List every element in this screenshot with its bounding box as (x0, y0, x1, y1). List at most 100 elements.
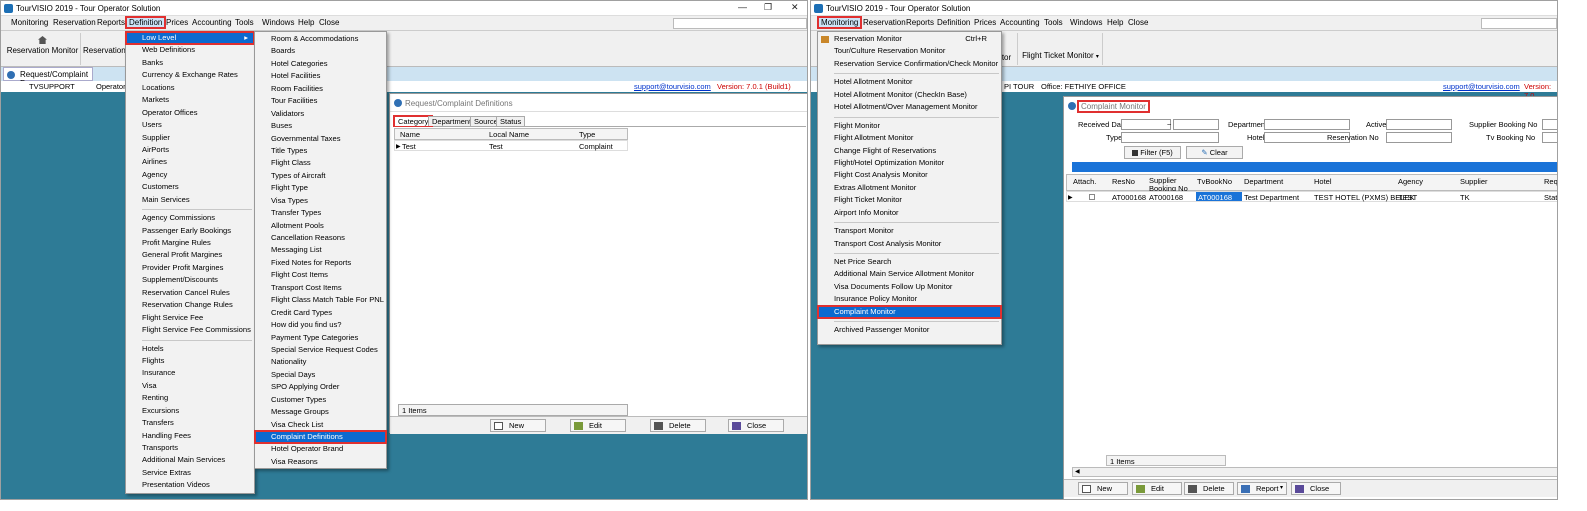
supplier-booking-no-input[interactable] (1542, 119, 1557, 130)
menu-item-transport-cost-analysis-monitor[interactable]: Transport Cost Analysis Monitor (818, 238, 1001, 250)
menu-item-main-services[interactable]: Main Services (126, 194, 254, 206)
maximize-icon[interactable]: ❐ (764, 2, 772, 13)
menu-help[interactable]: Help (1107, 18, 1123, 27)
menu-item-passenger-early-bookings[interactable]: Passenger Early Bookings (126, 225, 254, 237)
reservation-monitor-button[interactable]: Reservation Monitor (5, 33, 81, 65)
delete-button[interactable]: Delete (1184, 482, 1234, 495)
menu-tools[interactable]: Tools (1044, 18, 1063, 27)
report-button[interactable]: Report ▾ (1237, 482, 1287, 495)
menu-item-supplier[interactable]: Supplier (126, 132, 254, 144)
menu-item-hotel-categories[interactable]: Hotel Categories (255, 58, 386, 70)
column-local-name[interactable]: Local Name (489, 130, 529, 139)
menu-item-complaint-monitor[interactable]: Complaint Monitor (817, 304, 1002, 320)
menu-item-insurance-policy-monitor[interactable]: Insurance Policy Monitor (818, 293, 1001, 305)
quick-search-input[interactable] (673, 18, 807, 29)
menu-item-flight-service-fee-commissions[interactable]: Flight Service Fee Commissions (126, 324, 254, 336)
department-input[interactable] (1264, 119, 1350, 130)
menu-item-archived-passenger-monitor[interactable]: Archived Passenger Monitor (818, 324, 1001, 336)
menu-monitoring[interactable]: Monitoring (816, 16, 863, 29)
close-button[interactable]: Close (1291, 482, 1341, 495)
menu-item-flights[interactable]: Flights (126, 355, 254, 367)
cell-request[interactable]: Status (1544, 193, 1557, 202)
menu-item-reservation-cancel-rules[interactable]: Reservation Cancel Rules (126, 287, 254, 299)
menu-item-users[interactable]: Users (126, 119, 254, 131)
menu-item-extras-allotment-monitor[interactable]: Extras Allotment Monitor (818, 182, 1001, 194)
column-attach[interactable]: Attach. (1073, 177, 1096, 186)
menu-accounting[interactable]: Accounting (1000, 18, 1040, 27)
menu-item-special-days[interactable]: Special Days (255, 369, 386, 381)
menu-item-service-extras[interactable]: Service Extras (126, 467, 254, 479)
menu-item-allotment-pools[interactable]: Allotment Pools (255, 220, 386, 232)
menu-item-flight-cost-items[interactable]: Flight Cost Items (255, 269, 386, 281)
menu-item-airport-info-monitor[interactable]: Airport Info Monitor (818, 207, 1001, 219)
column-supplier[interactable]: Supplier (1460, 177, 1488, 186)
menu-accounting[interactable]: Accounting (192, 18, 232, 27)
menu-item-general-profit-margines[interactable]: General Profit Margines (126, 249, 254, 261)
menu-item-reservation-change-rules[interactable]: Reservation Change Rules (126, 299, 254, 311)
menu-item-airports[interactable]: AirPorts (126, 144, 254, 156)
menu-item-profit-margine-rules[interactable]: Profit Margine Rules (126, 237, 254, 249)
menu-item-hotel-allotment-monitor-checkin-base[interactable]: Hotel Allotment Monitor (CheckIn Base) (818, 89, 1001, 101)
table-row[interactable]: ▶ Test Test Complaint (394, 140, 628, 151)
menu-item-locations[interactable]: Locations (126, 82, 254, 94)
menu-item-additional-main-services[interactable]: Additional Main Services (126, 454, 254, 466)
tab-request-complaint[interactable]: Request/Complaint De... (3, 67, 93, 88)
cell-resno[interactable]: AT000168 (1112, 193, 1146, 202)
menu-item-change-flight-of-reservations[interactable]: Change Flight of Reservations (818, 145, 1001, 157)
flight-ticket-monitor-button[interactable]: Flight Ticket Monitor ▾ (1019, 33, 1103, 65)
menu-item-governmental-taxes[interactable]: Governmental Taxes (255, 133, 386, 145)
menu-item-banks[interactable]: Banks (126, 57, 254, 69)
menu-item-room-accommodations[interactable]: Room & Accommodations (255, 33, 386, 45)
menu-item-transport-monitor[interactable]: Transport Monitor (818, 225, 1001, 237)
menu-item-hotel-allotment-monitor[interactable]: Hotel Allotment Monitor (818, 76, 1001, 88)
menu-item-markets[interactable]: Markets (126, 94, 254, 106)
menu-item-low-level[interactable]: Low Level ▸ (125, 30, 255, 46)
menu-tools[interactable]: Tools (235, 18, 254, 27)
menu-item-flight-class[interactable]: Flight Class (255, 157, 386, 169)
menu-prices[interactable]: Prices (166, 18, 188, 27)
support-link[interactable]: support@tourvisio.com (634, 82, 711, 91)
group-by-bar[interactable] (1072, 162, 1557, 172)
menu-reservation[interactable]: Reservation (863, 18, 906, 27)
tv-booking-no-input[interactable] (1542, 132, 1557, 143)
menu-item-transport-cost-items[interactable]: Transport Cost Items (255, 282, 386, 294)
menu-windows[interactable]: Windows (262, 18, 294, 27)
column-resno[interactable]: ResNo (1112, 177, 1135, 186)
type-input[interactable] (1121, 132, 1219, 143)
reservation-button[interactable]: Reservation (83, 33, 126, 65)
menu-reports[interactable]: Reports (906, 18, 934, 27)
menu-item-spo-applying-order[interactable]: SPO Applying Order (255, 381, 386, 393)
column-tvbookno[interactable]: TvBookNo (1197, 177, 1232, 186)
menu-item-provider-profit-margines[interactable]: Provider Profit Margines (126, 262, 254, 274)
menu-item-customers[interactable]: Customers (126, 181, 254, 193)
scroll-left-icon[interactable]: ◀ (1075, 468, 1080, 475)
menu-item-insurance[interactable]: Insurance (126, 367, 254, 379)
menu-item-flight-service-fee[interactable]: Flight Service Fee (126, 312, 254, 324)
edit-button[interactable]: Edit (570, 419, 626, 432)
menu-item-visa-check-list[interactable]: Visa Check List (255, 419, 386, 431)
menu-reports[interactable]: Reports (97, 18, 125, 27)
menu-item-flight-type[interactable]: Flight Type (255, 182, 386, 194)
menu-item-how-did-you-find-us[interactable]: How did you find us? (255, 319, 386, 331)
menu-item-supplement-discounts[interactable]: Supplement/Discounts (126, 274, 254, 286)
tab-status[interactable]: Status (496, 116, 526, 126)
menu-item-flight-ticket-monitor[interactable]: Flight Ticket Monitor (818, 194, 1001, 206)
cell-department[interactable]: Test Department (1244, 193, 1299, 202)
cell-type[interactable]: Complaint (579, 142, 613, 151)
menu-item-hotel-allotment-over-management-monitor[interactable]: Hotel Allotment/Over Management Monitor (818, 101, 1001, 113)
menu-item-room-facilities[interactable]: Room Facilities (255, 83, 386, 95)
menu-item-net-price-search[interactable]: Net Price Search (818, 256, 1001, 268)
menu-windows[interactable]: Windows (1070, 18, 1102, 27)
menu-item-additional-main-service-allotment-monitor[interactable]: Additional Main Service Allotment Monito… (818, 268, 1001, 280)
cell-supplier-booking-no[interactable]: AT000168 (1149, 193, 1183, 202)
minimize-icon[interactable]: — (738, 2, 747, 12)
delete-button[interactable]: Delete (650, 419, 706, 432)
menu-item-buses[interactable]: Buses (255, 120, 386, 132)
menu-item-renting[interactable]: Renting (126, 392, 254, 404)
menu-item-hotels[interactable]: Hotels (126, 343, 254, 355)
cell-agency[interactable]: TEST (1398, 193, 1417, 202)
menu-item-tour-facilities[interactable]: Tour Facilities (255, 95, 386, 107)
menu-item-title-types[interactable]: Title Types (255, 145, 386, 157)
quick-search-input[interactable] (1481, 18, 1557, 29)
reservation-no-input[interactable] (1386, 132, 1452, 143)
